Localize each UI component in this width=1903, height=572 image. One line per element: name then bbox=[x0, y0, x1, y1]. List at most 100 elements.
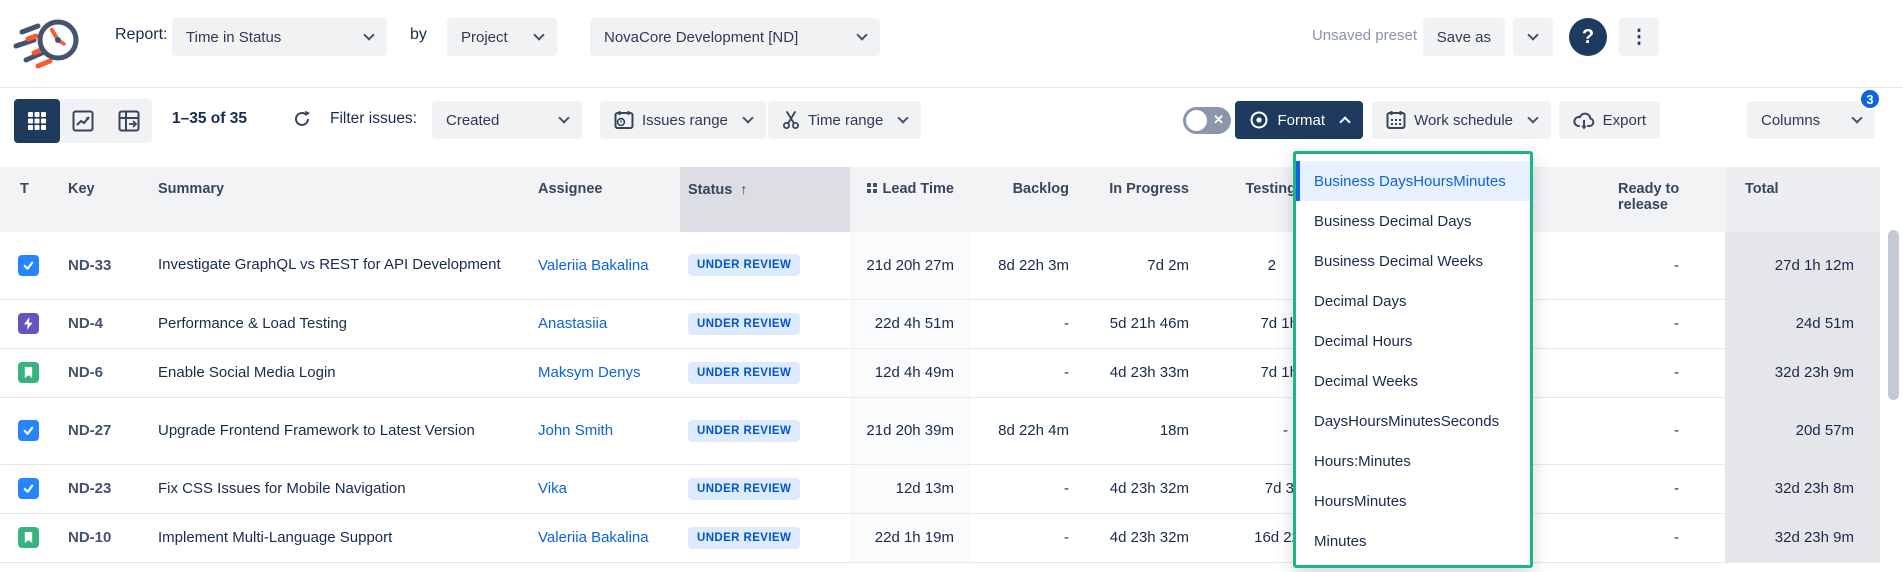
table-row[interactable]: ND-6 Enable Social Media Login Maksym De… bbox=[0, 348, 1880, 397]
chevron-down-icon bbox=[533, 29, 544, 40]
scrollbar-thumb[interactable] bbox=[1888, 230, 1899, 400]
issue-key[interactable]: ND-33 bbox=[60, 232, 150, 299]
drag-grip-icon[interactable] bbox=[867, 183, 878, 194]
issue-type-story-icon bbox=[18, 527, 39, 548]
table-row[interactable]: ND-4 Performance & Load Testing Anastasi… bbox=[0, 299, 1880, 348]
status-badge: UNDER REVIEW bbox=[688, 527, 800, 549]
report-toolbar: 1–35 of 35 Filter issues: Created Issues… bbox=[0, 89, 1903, 153]
col-header-backlog[interactable]: Backlog bbox=[970, 167, 1085, 232]
issue-key[interactable]: ND-23 bbox=[60, 464, 150, 513]
testing-cell: 2 bbox=[1205, 232, 1300, 299]
issue-key[interactable]: ND-4 bbox=[60, 299, 150, 348]
ready-to-release-cell: - bbox=[1590, 464, 1725, 513]
issue-summary[interactable]: Enable Social Media Login bbox=[150, 348, 530, 397]
group-by-select[interactable]: Project bbox=[447, 18, 557, 56]
issue-count: 1–35 of 35 bbox=[172, 110, 247, 128]
table-row[interactable]: ND-27 Upgrade Frontend Framework to Late… bbox=[0, 397, 1880, 464]
save-as-dropdown-button[interactable] bbox=[1513, 18, 1553, 56]
pivot-table-icon bbox=[118, 110, 140, 132]
status-badge: UNDER REVIEW bbox=[688, 254, 800, 276]
assignee-link[interactable]: Maksym Denys bbox=[538, 364, 641, 381]
format-option[interactable]: Decimal Days bbox=[1296, 281, 1530, 321]
chevron-down-icon bbox=[742, 112, 753, 123]
format-option[interactable]: Hours:Minutes bbox=[1296, 441, 1530, 481]
col-header-type[interactable]: T bbox=[0, 167, 60, 232]
col-header-assignee[interactable]: Assignee bbox=[530, 167, 680, 232]
format-option[interactable]: HoursMinutes bbox=[1296, 481, 1530, 521]
table-header-row: T Key Summary Assignee Status ↑ Lead Tim… bbox=[0, 167, 1880, 232]
total-cell: 24d 51m bbox=[1725, 299, 1880, 348]
export-button[interactable]: Export bbox=[1559, 101, 1660, 139]
issue-summary[interactable]: Performance & Load Testing bbox=[150, 299, 530, 348]
format-option[interactable]: Minutes bbox=[1296, 521, 1530, 561]
calendar-clock-icon bbox=[614, 110, 634, 130]
table-row[interactable]: ND-23 Fix CSS Issues for Mobile Navigati… bbox=[0, 464, 1880, 513]
by-label: by bbox=[410, 26, 427, 44]
issue-key[interactable]: ND-6 bbox=[60, 348, 150, 397]
pivot-view-button[interactable] bbox=[106, 99, 152, 143]
project-select[interactable]: NovaCore Development [ND] bbox=[590, 18, 880, 56]
time-range-button[interactable]: Time range bbox=[768, 101, 921, 139]
chart-view-button[interactable] bbox=[60, 99, 106, 143]
col-header-testing[interactable]: Testing bbox=[1205, 167, 1300, 232]
compare-toggle[interactable]: ✕ bbox=[1183, 107, 1231, 134]
format-option[interactable]: Business Decimal Days bbox=[1296, 201, 1530, 241]
total-cell: 32d 23h 9m bbox=[1725, 348, 1880, 397]
issue-type-task-icon bbox=[18, 478, 39, 499]
format-option[interactable]: Decimal Hours bbox=[1296, 321, 1530, 361]
refresh-icon[interactable] bbox=[292, 109, 312, 129]
issue-summary[interactable]: Implement Multi-Language Support bbox=[150, 513, 530, 562]
time-in-status-table: T Key Summary Assignee Status ↑ Lead Tim… bbox=[0, 167, 1880, 563]
table-row[interactable]: ND-33 Investigate GraphQL vs REST for AP… bbox=[0, 232, 1880, 299]
issue-key[interactable]: ND-10 bbox=[60, 513, 150, 562]
total-cell: 32d 23h 8m bbox=[1725, 464, 1880, 513]
total-cell: 27d 1h 12m bbox=[1725, 232, 1880, 299]
issue-key[interactable]: ND-27 bbox=[60, 397, 150, 464]
assignee-link[interactable]: Vika bbox=[538, 480, 567, 497]
col-header-summary[interactable]: Summary bbox=[150, 167, 530, 232]
col-header-total[interactable]: Total bbox=[1725, 167, 1880, 232]
assignee-link[interactable]: Valeriia Bakalina bbox=[538, 529, 649, 546]
format-option[interactable]: DaysHoursMinutesSeconds bbox=[1296, 401, 1530, 441]
format-option[interactable]: Decimal Weeks bbox=[1296, 361, 1530, 401]
calendar-icon bbox=[1386, 110, 1406, 130]
issue-type-story-icon bbox=[18, 362, 39, 383]
issue-summary[interactable]: Upgrade Frontend Framework to Latest Ver… bbox=[150, 397, 530, 464]
backlog-cell: - bbox=[970, 299, 1085, 348]
grid-icon bbox=[27, 111, 47, 131]
filter-field-select[interactable]: Created bbox=[432, 101, 582, 139]
issues-range-button[interactable]: Issues range bbox=[600, 101, 766, 139]
issue-type-task-icon bbox=[18, 420, 39, 441]
work-schedule-button[interactable]: Work schedule bbox=[1372, 101, 1551, 139]
line-chart-icon bbox=[72, 110, 94, 132]
issue-summary[interactable]: Fix CSS Issues for Mobile Navigation bbox=[150, 464, 530, 513]
grid-view-button[interactable] bbox=[14, 99, 60, 143]
report-type-select[interactable]: Time in Status bbox=[172, 18, 387, 56]
col-header-lead-time[interactable]: Lead Time bbox=[850, 167, 970, 232]
vertical-scrollbar[interactable] bbox=[1888, 160, 1899, 565]
table-row[interactable]: ND-10 Implement Multi-Language Support V… bbox=[0, 513, 1880, 562]
kebab-menu-button[interactable]: ⋮ bbox=[1619, 18, 1659, 56]
col-header-key[interactable]: Key bbox=[60, 167, 150, 232]
format-button[interactable]: Format bbox=[1235, 101, 1363, 139]
assignee-link[interactable]: John Smith bbox=[538, 422, 613, 439]
format-dropdown-menu: Business DaysHoursMinutes Business Decim… bbox=[1293, 151, 1533, 568]
in-progress-cell: 18m bbox=[1085, 397, 1205, 464]
help-button[interactable]: ? bbox=[1569, 18, 1607, 56]
columns-button[interactable]: Columns bbox=[1747, 101, 1875, 139]
assignee-link[interactable]: Valeriia Bakalina bbox=[538, 257, 649, 274]
lead-time-cell: 12d 13m bbox=[850, 464, 970, 513]
columns-count-badge: 3 bbox=[1859, 88, 1881, 110]
issue-summary[interactable]: Investigate GraphQL vs REST for API Deve… bbox=[150, 232, 530, 299]
assignee-link[interactable]: Anastasiia bbox=[538, 315, 607, 332]
col-header-in-progress[interactable]: In Progress bbox=[1085, 167, 1205, 232]
format-target-icon bbox=[1249, 110, 1269, 130]
lead-time-cell: 22d 1h 19m bbox=[850, 513, 970, 562]
col-header-status[interactable]: Status ↑ bbox=[680, 167, 850, 232]
format-option[interactable]: Business Decimal Weeks bbox=[1296, 241, 1530, 281]
in-progress-cell: 7d 2m bbox=[1085, 232, 1205, 299]
format-option-selected[interactable]: Business DaysHoursMinutes bbox=[1296, 161, 1530, 201]
col-header-ready-to-release[interactable]: Ready to release bbox=[1590, 167, 1725, 232]
ready-to-release-cell: - bbox=[1590, 348, 1725, 397]
save-as-button[interactable]: Save as bbox=[1423, 18, 1505, 56]
